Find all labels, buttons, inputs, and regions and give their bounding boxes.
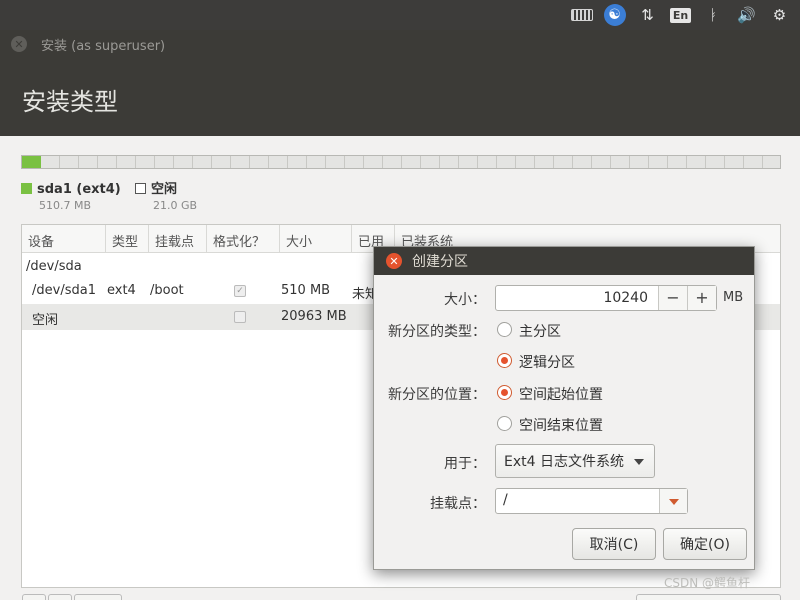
keyboard-tray[interactable] [565,0,598,30]
legend-sda1: sda1 (ext4) 510.7 MB [21,178,121,212]
legend-swatch-sda1 [21,183,32,194]
network-icon: ⇅ [641,6,654,24]
window-close-button[interactable]: ✕ [11,36,27,52]
size-unit: MB [723,290,744,305]
keyboard-icon [570,9,593,21]
bluetooth-icon: ᛓ [708,6,718,24]
size-decrement-button[interactable]: − [658,286,687,310]
format-checkbox[interactable] [234,311,246,323]
cancel-button[interactable]: 取消(C) [572,528,656,560]
volume-icon: 🔊 [737,6,756,24]
column-header-device[interactable]: 设备 [22,225,106,253]
mount-point-label: 挂载点： [430,496,486,512]
format-checkbox[interactable]: ✓ [234,285,246,297]
main-titlebar: ✕ 安装 (as superuser) [0,30,800,58]
bluetooth-tray[interactable]: ᛓ [697,0,730,30]
gear-icon: ⚙ [772,6,787,24]
window-title: 安装 (as superuser) [41,38,166,54]
type-logical-radio[interactable] [497,353,512,368]
legend-size-free: 21.0 GB [153,199,198,212]
page-title: 安装类型 [22,88,118,116]
change-partition-button[interactable] [74,594,122,600]
cell-mount: /boot [150,283,184,298]
add-partition-button[interactable] [22,594,46,600]
use-as-dropdown[interactable]: Ext4 日志文件系统 [495,444,655,478]
location-end-label[interactable]: 空间结束位置 [519,415,603,435]
cell-type: ext4 [107,283,136,298]
ok-button[interactable]: 确定(O) [663,528,747,560]
accessibility-icon: ☯ [603,4,626,26]
column-header-type[interactable]: 类型 [106,225,149,253]
accessibility-tray[interactable]: ☯ [598,0,631,30]
chevron-down-icon [634,459,644,465]
legend-swatch-free [135,183,146,194]
use-as-value: Ext4 日志文件系统 [504,454,624,470]
partition-bar-sda1 [22,156,41,168]
cell-device: /dev/sda [26,259,82,274]
legend-size-sda1: 510.7 MB [39,199,92,212]
cell-size: 20963 MB [281,309,347,324]
column-header-size[interactable]: 大小 [280,225,352,253]
cell-device: 空闲 [32,313,59,328]
column-header-mount[interactable]: 挂载点 [149,225,207,253]
create-partition-dialog: ✕ 创建分区 大小： 10240 − + MB 新分区的类型： 主分区 逻辑分区… [373,246,755,570]
watermark: CSDN @鳄鱼杆 [664,576,751,590]
partition-bar [21,155,781,169]
type-primary-label[interactable]: 主分区 [519,321,561,341]
chevron-down-icon [669,499,679,505]
use-as-label: 用于： [444,456,486,472]
mount-point-dropdown-button[interactable] [659,489,687,513]
system-menu-tray[interactable]: ⚙ [763,0,796,30]
legend-name-free: 空闲 [151,182,178,197]
new-partition-table-button[interactable] [636,594,781,600]
dialog-close-button[interactable]: ✕ [386,253,402,269]
close-icon: ✕ [14,37,24,51]
input-method-tray[interactable]: En [664,0,697,30]
partition-type-label: 新分区的类型： [388,324,486,340]
dialog-titlebar: ✕ 创建分区 [374,247,754,275]
size-increment-button[interactable]: + [687,286,716,310]
column-header-format[interactable]: 格式化？ [207,225,280,253]
partition-location-label: 新分区的位置： [388,387,486,403]
size-input[interactable]: 10240 [496,286,658,310]
size-label: 大小： [444,292,486,308]
location-start-radio[interactable] [497,385,512,400]
size-stepper[interactable]: 10240 − + [495,285,717,311]
cell-device: /dev/sda1 [32,283,96,298]
page-header: 安装类型 [0,58,800,136]
location-end-radio[interactable] [497,416,512,431]
cell-size: 510 MB [281,283,331,298]
volume-tray[interactable]: 🔊 [730,0,763,30]
mount-point-input[interactable]: / [503,492,508,508]
top-panel: ☯ ⇅ En ᛓ 🔊 ⚙ [0,0,800,30]
location-start-label[interactable]: 空间起始位置 [519,384,603,404]
network-tray[interactable]: ⇅ [631,0,664,30]
dialog-title: 创建分区 [412,254,468,270]
mount-point-combo[interactable]: / [495,488,688,514]
type-primary-radio[interactable] [497,322,512,337]
close-icon: ✕ [389,254,399,268]
legend-name-sda1: sda1 (ext4) [37,182,121,197]
input-method-indicator: En [669,7,692,23]
legend-free: 空闲 21.0 GB [135,178,197,212]
remove-partition-button[interactable] [48,594,72,600]
type-logical-label[interactable]: 逻辑分区 [519,352,575,372]
